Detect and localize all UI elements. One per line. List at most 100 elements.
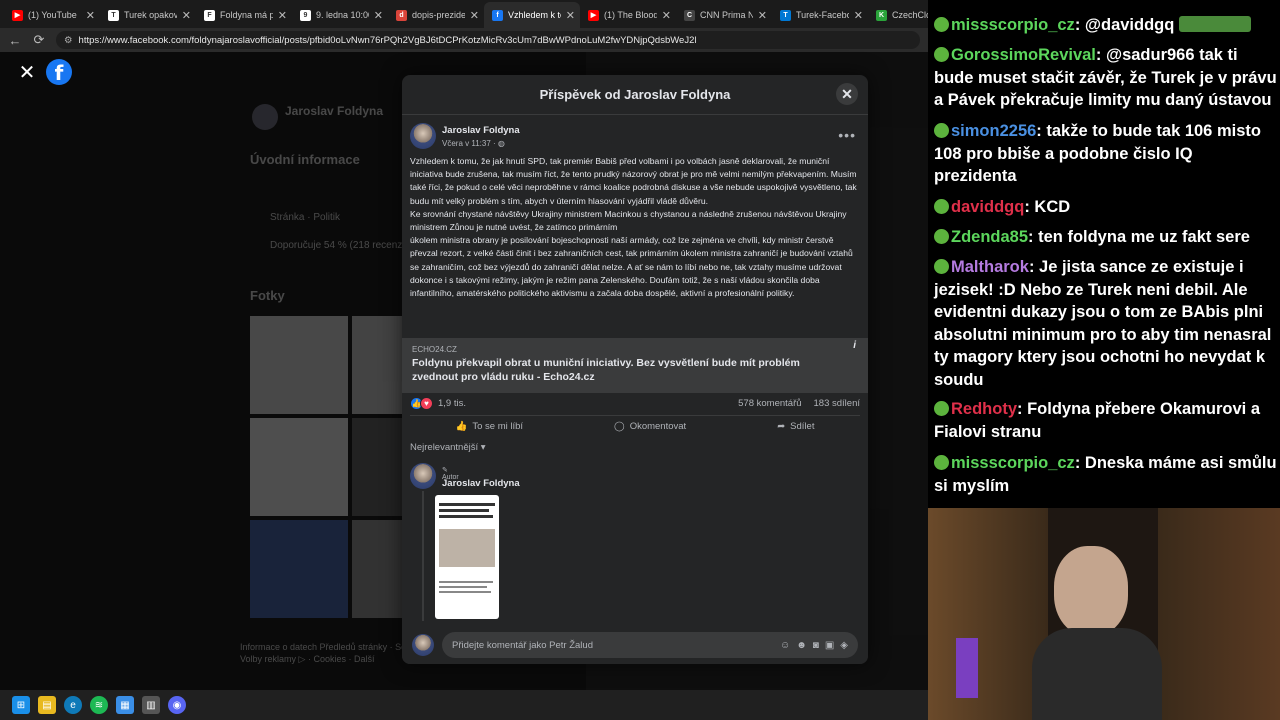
reactions-count[interactable]: 1,9 tis. xyxy=(438,398,466,409)
chat-username[interactable]: GorossimoRevival xyxy=(951,46,1096,64)
comment-sort-dropdown[interactable]: Nejrelevantnější ▾ xyxy=(410,442,486,453)
chat-username[interactable]: Redhoty xyxy=(951,400,1017,418)
chat-username[interactable]: simon2256 xyxy=(951,122,1036,140)
commenter-avatar[interactable] xyxy=(410,463,436,489)
share-arrow-icon: ➦ xyxy=(777,421,786,432)
start-windows-icon[interactable]: ⊞ xyxy=(12,696,30,714)
browser-tab[interactable]: 9 9. ledna 10:00 - ✕ xyxy=(292,2,388,28)
edge-browser-icon[interactable]: e xyxy=(64,696,82,714)
chat-badge-icon xyxy=(934,259,949,274)
reload-icon[interactable]: ⟳ xyxy=(32,32,46,48)
browser-tab[interactable]: ▶ (1) YouTube ✕ xyxy=(4,2,100,28)
post-author: Jaroslav Foldyna Včera v 11:37 · ◍ xyxy=(410,123,520,149)
sticker-icon[interactable]: ◈ xyxy=(840,640,848,651)
author-name[interactable]: Jaroslav Foldyna xyxy=(442,125,520,136)
comment-composer: Přidejte komentář jako Petr Žalud ☺ ☻ ◙ … xyxy=(402,626,868,664)
discord-icon[interactable]: ◉ xyxy=(168,696,186,714)
browser-tab[interactable]: F Foldyna má pro ✕ xyxy=(196,2,292,28)
chat-message: GorossimoRevival: @sadur966 tak ti bude … xyxy=(934,46,1277,109)
chat-username[interactable]: daviddgq xyxy=(951,198,1024,216)
post-paragraph: úkolem ministra obrany je posilování boj… xyxy=(410,235,853,299)
tab-close-icon[interactable]: ✕ xyxy=(86,9,95,22)
post-paragraph: Vzhledem k tomu, že jak hnutí SPD, tak p… xyxy=(410,156,857,206)
post-stats: 👍 ♥ 1,9 tis. 578 komentářů 183 sdílení xyxy=(410,397,860,410)
file-explorer-icon[interactable]: ▤ xyxy=(38,696,56,714)
chat-username[interactable]: Zdenda85 xyxy=(951,228,1028,246)
like-label: To se mi líbí xyxy=(472,421,524,432)
url-field[interactable]: ⚙ https://www.facebook.com/foldynajarosl… xyxy=(56,31,920,49)
tab-close-icon[interactable]: ✕ xyxy=(470,9,479,22)
commenter-name[interactable]: Jaroslav Foldyna xyxy=(442,478,520,489)
comment-input[interactable]: Přidejte komentář jako Petr Žalud ☺ ☻ ◙ … xyxy=(442,632,858,658)
chat-badge-icon xyxy=(934,123,949,138)
bg-footer: Informace o datech Předledů stránky · So xyxy=(240,642,407,652)
post-time[interactable]: Včera v 11:37 · xyxy=(442,139,496,148)
tab-close-icon[interactable]: ✕ xyxy=(278,9,287,22)
browser-tab[interactable]: C CNN Prima New ✕ xyxy=(676,2,772,28)
more-options-icon[interactable]: ••• xyxy=(838,127,856,143)
comment-button[interactable]: ◯ Okomentovat xyxy=(614,421,686,432)
chat-username[interactable]: Maltharok xyxy=(951,258,1029,276)
tab-close-icon[interactable]: ✕ xyxy=(662,9,671,22)
tab-title: dopis-prezident xyxy=(412,10,465,20)
tab-close-icon[interactable]: ✕ xyxy=(854,9,863,22)
chat-message: Redhoty: Foldyna přebere Okamurovi a Fia… xyxy=(934,400,1260,441)
tune-icon[interactable]: ⚙ xyxy=(64,35,73,46)
link-preview[interactable]: ECHO24.CZ Foldynu překvapil obrat u muni… xyxy=(402,338,868,393)
chat-badge-icon xyxy=(934,401,949,416)
webcam-feed xyxy=(928,508,1280,720)
gif-icon[interactable]: ▣ xyxy=(825,640,834,651)
facebook-logo-icon[interactable]: f xyxy=(46,59,72,85)
calculator-icon[interactable]: ▥ xyxy=(142,696,160,714)
image-photo xyxy=(439,529,495,567)
bg-intro-item: Stránka · Politik xyxy=(270,212,341,223)
bg-profile-name: Jaroslav Foldyna xyxy=(285,104,384,118)
like-button[interactable]: 👍 To se mi líbí xyxy=(456,421,524,432)
sort-label: Nejrelevantnější xyxy=(410,442,479,453)
tab-bar: ▶ (1) YouTube ✕ T Turek opakovan ✕ F Foldyna má… xyxy=(0,0,928,28)
browser-tab[interactable]: T Turek opakovan ✕ xyxy=(100,2,196,28)
taskbar: ⊞ ▤ e ≋ ▦ ▥ ◉ xyxy=(0,690,928,720)
comment-placeholder: Přidejte komentář jako Petr Žalud xyxy=(452,639,593,651)
tab-title: Foldyna má pro xyxy=(220,10,273,20)
camera-icon[interactable]: ◙ xyxy=(813,640,819,651)
comments-count[interactable]: 578 komentářů xyxy=(738,398,801,409)
shares-count[interactable]: 183 sdílení xyxy=(814,398,860,409)
notepad-icon[interactable]: ▦ xyxy=(116,696,134,714)
bg-intro-heading: Úvodní informace xyxy=(250,152,360,167)
back-arrow-icon[interactable]: ← xyxy=(8,33,22,48)
link-title[interactable]: Foldynu překvapil obrat u muniční inicia… xyxy=(412,356,832,384)
browser-tab[interactable]: ▶ (1) The Blood of ✕ xyxy=(580,2,676,28)
chat-username[interactable]: missscorpio_cz xyxy=(951,16,1075,34)
image-text-line xyxy=(439,509,489,512)
post-dialog: Příspěvek od Jaroslav Foldyna ✕ Jaroslav… xyxy=(402,75,868,664)
stream-chat: missscorpio_cz: @daviddgq GorossimoReviv… xyxy=(928,0,1280,508)
tab-favicon-icon: F xyxy=(204,9,215,21)
comment-image[interactable] xyxy=(435,495,499,619)
browser-tab[interactable]: d dopis-prezident ✕ xyxy=(388,2,484,28)
globe-icon: ◍ xyxy=(497,138,505,148)
tab-close-icon[interactable]: ✕ xyxy=(566,9,575,22)
tab-close-icon[interactable]: ✕ xyxy=(374,9,383,22)
emote-icon xyxy=(1178,16,1251,32)
share-button[interactable]: ➦ Sdílet xyxy=(777,421,814,432)
browser-window: ▶ (1) YouTube ✕ T Turek opakovan ✕ F Foldyna má… xyxy=(0,0,928,690)
browser-tab[interactable]: KCzechCloud Stre✕ xyxy=(868,2,928,28)
close-dialog-button[interactable]: ✕ xyxy=(836,83,858,105)
bg-intro-item: Doporučuje 54 % (218 recenzí) xyxy=(270,240,409,251)
info-icon[interactable]: i xyxy=(853,340,856,351)
browser-tab[interactable]: T Turek-Facebook ✕ xyxy=(772,2,868,28)
dialog-title: Příspěvek od Jaroslav Foldyna xyxy=(539,87,731,102)
close-viewer-icon[interactable]: ✕ xyxy=(16,62,38,84)
chat-username[interactable]: missscorpio_cz xyxy=(951,454,1075,472)
tab-close-icon[interactable]: ✕ xyxy=(758,9,767,22)
author-avatar[interactable] xyxy=(410,123,436,149)
url-text: https://www.facebook.com/foldynajaroslav… xyxy=(78,34,697,46)
emoji-icon[interactable]: ☻ xyxy=(796,640,807,651)
current-user-avatar[interactable] xyxy=(412,634,434,656)
avatar-sticker-icon[interactable]: ☺ xyxy=(780,640,790,651)
comment-label: Okomentovat xyxy=(629,421,687,432)
tab-close-icon[interactable]: ✕ xyxy=(182,9,191,22)
spotify-icon[interactable]: ≋ xyxy=(90,696,108,714)
browser-tab[interactable]: f Vzhledem k tom ✕ xyxy=(484,2,580,28)
